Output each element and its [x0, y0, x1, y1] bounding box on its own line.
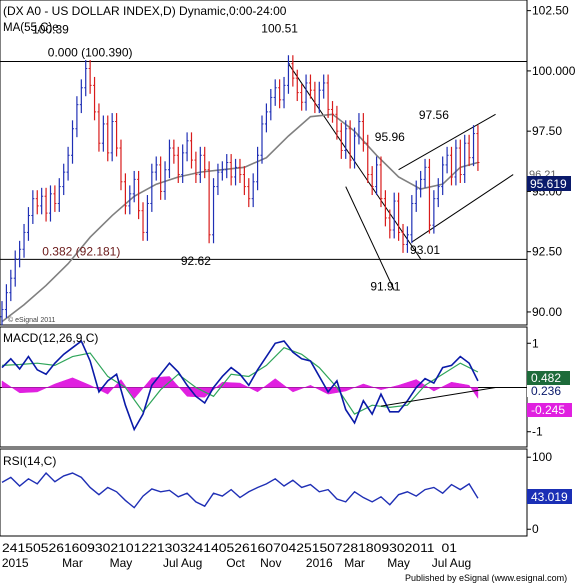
x-month-label-4: Oct	[226, 556, 245, 570]
x-month-label-2: May	[110, 556, 133, 570]
ma-label: MA(55,C)e	[3, 22, 59, 34]
price-annotation-3: 95.96	[375, 130, 405, 144]
rsi-ytick-label-2: 0	[532, 522, 539, 536]
x-month-label-7: Mar	[344, 556, 365, 570]
rsi-panel-frame	[0, 448, 528, 537]
hist-value-badge: -0.245	[531, 403, 565, 417]
x-month-label-6: 2016	[306, 556, 333, 570]
price-ytick-label-1: 100.000	[532, 64, 576, 78]
price-ytick-label-0: 102.50	[532, 4, 569, 18]
chart-root: 100.390.000 (100.390)100.5195.9697.560.3…	[0, 0, 576, 583]
macd-ytick-label-0: 1	[532, 336, 539, 350]
rsi-value-badge: 43.019	[531, 490, 568, 504]
x-month-label-8: May	[387, 556, 410, 570]
price-annotation-1: 0.000 (100.390)	[48, 45, 133, 59]
price-annotation-6: 92.62	[181, 254, 211, 268]
rsi-title: RSI(14,C)	[3, 454, 56, 468]
x-month-label-9: Jul Aug	[432, 556, 471, 570]
x-month-labels: 2015 Mar May Jul Aug Oct Nov 2016 Mar May Jul Aug	[2, 556, 471, 570]
x-month-label-0: 2015	[2, 556, 29, 570]
x-month-label-5: Nov	[260, 556, 281, 570]
macd-value-badge: 0.482	[531, 371, 561, 385]
price-annotation-5: 0.382 (92.181)	[42, 244, 120, 258]
footer-credit: Published by eSignal (www.esignal.com)	[405, 573, 567, 583]
chart-title: (DX A0 - US DOLLAR INDEX,D) Dynamic,0:00…	[3, 4, 287, 18]
macd-title: MACD(12,26,9,C)	[3, 331, 98, 345]
macd-ytick-label-2: -1	[532, 425, 543, 439]
x-month-label-1: Mar	[62, 556, 83, 570]
x-month-label-3: Jul Aug	[163, 556, 202, 570]
x-axis: 2415052616093021012213032414052616070425…	[2, 543, 457, 555]
price-ytick-label-5: 90.00	[532, 305, 562, 319]
x-day-labels: 2415052616093021012213032414052616070425…	[2, 543, 457, 555]
rsi-ytick-label-0: 100	[532, 450, 552, 464]
price-value-badge: 95.619	[530, 177, 567, 191]
price-annotation-7: 93.01	[410, 243, 440, 257]
signal-value-badge: 0.236	[531, 384, 561, 398]
price-ytick-label-2: 97.50	[532, 124, 562, 138]
price-ytick-label-4: 92.50	[532, 245, 562, 259]
price-annotation-8: 91.91	[370, 279, 400, 293]
watermark: © eSignal 2011	[8, 316, 56, 324]
price-annotation-2: 100.51	[261, 21, 298, 35]
price-annotation-4: 97.56	[419, 108, 449, 122]
price-y-axis: 102.50100.00097.5095.0092.5090.00	[527, 4, 576, 319]
